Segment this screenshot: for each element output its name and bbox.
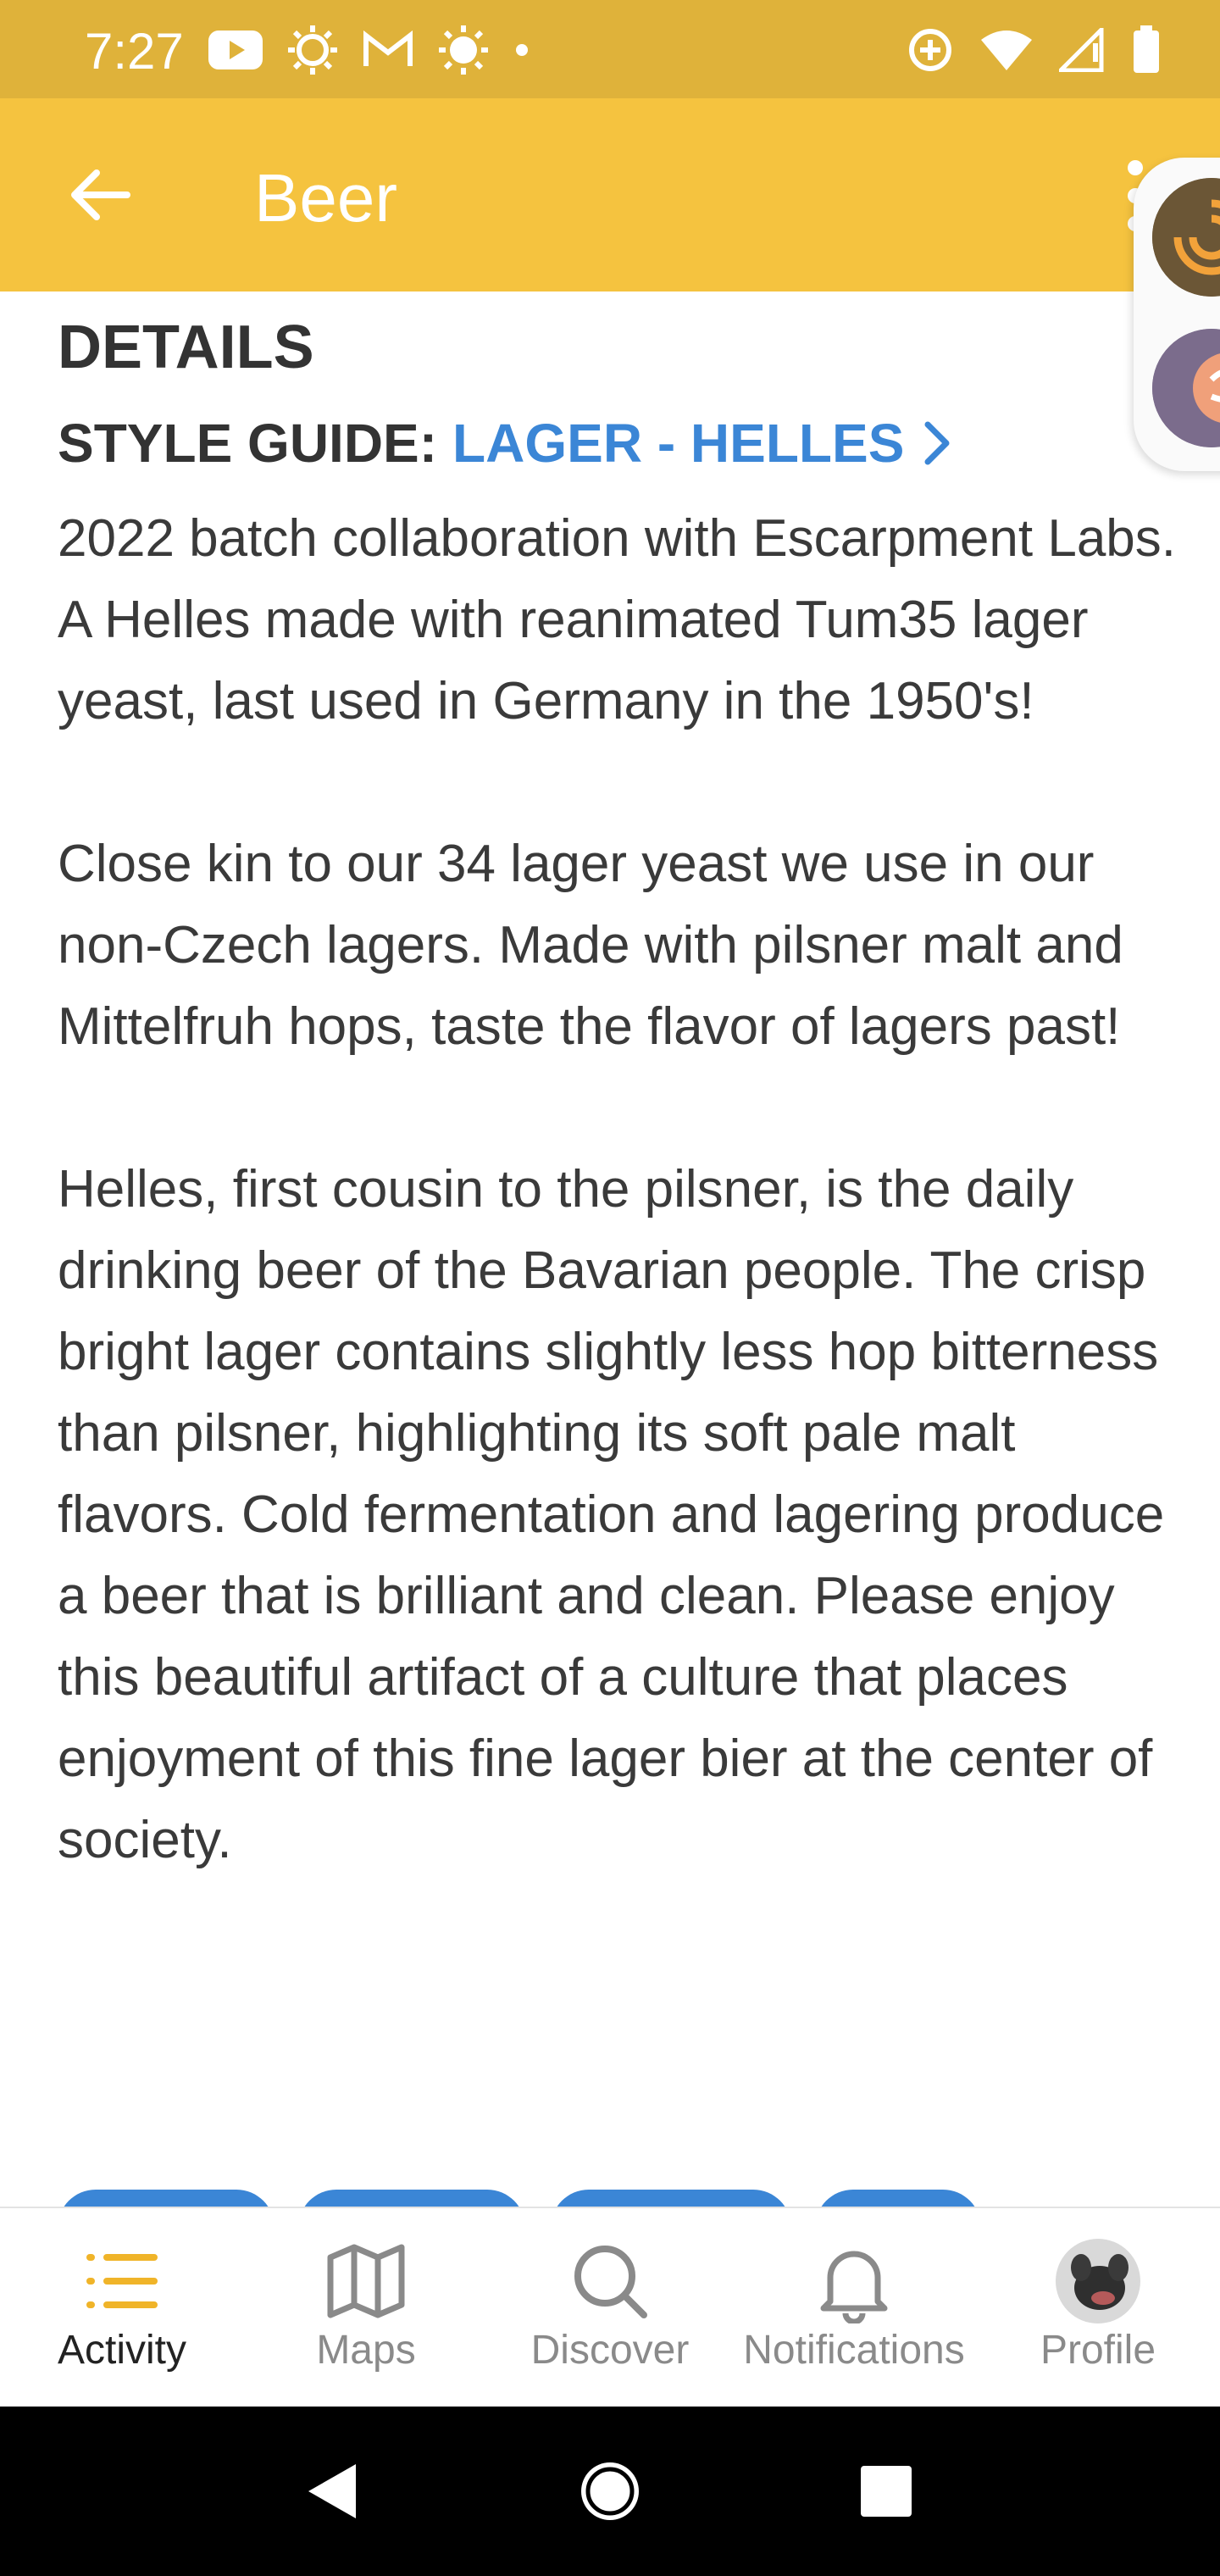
back-triangle-icon[interactable] xyxy=(288,2449,373,2534)
bottom-nav: Activity Maps Discover Notifications Pro… xyxy=(0,2207,1220,2408)
dot-icon xyxy=(516,44,528,56)
nav-item-maps[interactable]: Maps xyxy=(244,2208,488,2408)
system-nav-bar xyxy=(0,2407,1220,2576)
search-icon xyxy=(574,2246,647,2318)
list-icon xyxy=(86,2254,158,2308)
nav-label-maps: Maps xyxy=(316,2328,416,2373)
style-guide-value: LAGER - HELLES xyxy=(452,413,905,474)
status-bar: 7:27 xyxy=(0,0,1220,98)
description-paragraph-3: Helles, first cousin to the pilsner, is … xyxy=(58,1160,1165,1869)
section-heading: DETAILS xyxy=(58,314,314,381)
recents-square-icon[interactable] xyxy=(844,2449,929,2534)
youtube-icon xyxy=(208,31,263,69)
style-guide-row: STYLE GUIDE: LAGER - HELLES xyxy=(58,405,1176,481)
status-icons-right xyxy=(907,20,1161,80)
swirl-icon xyxy=(1152,178,1220,297)
nav-item-activity[interactable]: Activity xyxy=(0,2208,244,2408)
nav-label-discover: Discover xyxy=(530,2328,690,2373)
beer-description: 2022 batch collaboration with Escarpment… xyxy=(58,498,1176,1881)
nav-item-notifications[interactable]: Notifications xyxy=(732,2208,976,2408)
arrow-left-icon[interactable] xyxy=(59,154,141,236)
style-guide-label: STYLE GUIDE: xyxy=(58,413,438,474)
avatar xyxy=(1056,2239,1140,2323)
bell-icon xyxy=(820,2251,888,2323)
signal-icon xyxy=(1059,28,1104,72)
data-saver-icon xyxy=(909,29,951,71)
style-guide-link[interactable]: LAGER - HELLES xyxy=(452,405,955,481)
brightness-icon xyxy=(288,25,337,75)
nav-item-discover[interactable]: Discover xyxy=(488,2208,732,2408)
chevron-right-icon xyxy=(924,421,950,465)
battery-icon xyxy=(1134,25,1159,73)
chat-bubble-1[interactable] xyxy=(1152,178,1220,297)
nav-item-profile[interactable]: Profile xyxy=(976,2208,1220,2408)
page-title: Beer xyxy=(254,160,397,236)
brightness-icon xyxy=(439,25,488,75)
nav-label-notifications: Notifications xyxy=(743,2328,965,2373)
nav-label-profile: Profile xyxy=(1040,2328,1156,2373)
details-section: DETAILS STYLE GUIDE: LAGER - HELLES 2022… xyxy=(58,305,1176,1881)
description-paragraph-2: Close kin to our 34 lager yeast we use i… xyxy=(58,835,1123,1056)
map-icon xyxy=(327,2244,405,2318)
home-circle-icon[interactable] xyxy=(568,2449,652,2534)
app-bar: Beer xyxy=(0,98,1220,291)
wifi-icon xyxy=(981,31,1032,70)
gmail-icon xyxy=(363,31,413,66)
nav-label-activity: Activity xyxy=(57,2328,186,2373)
description-paragraph-1: 2022 batch collaboration with Escarpment… xyxy=(58,509,1177,730)
status-time: 7:27 xyxy=(85,23,184,80)
status-icons-left xyxy=(208,20,530,80)
